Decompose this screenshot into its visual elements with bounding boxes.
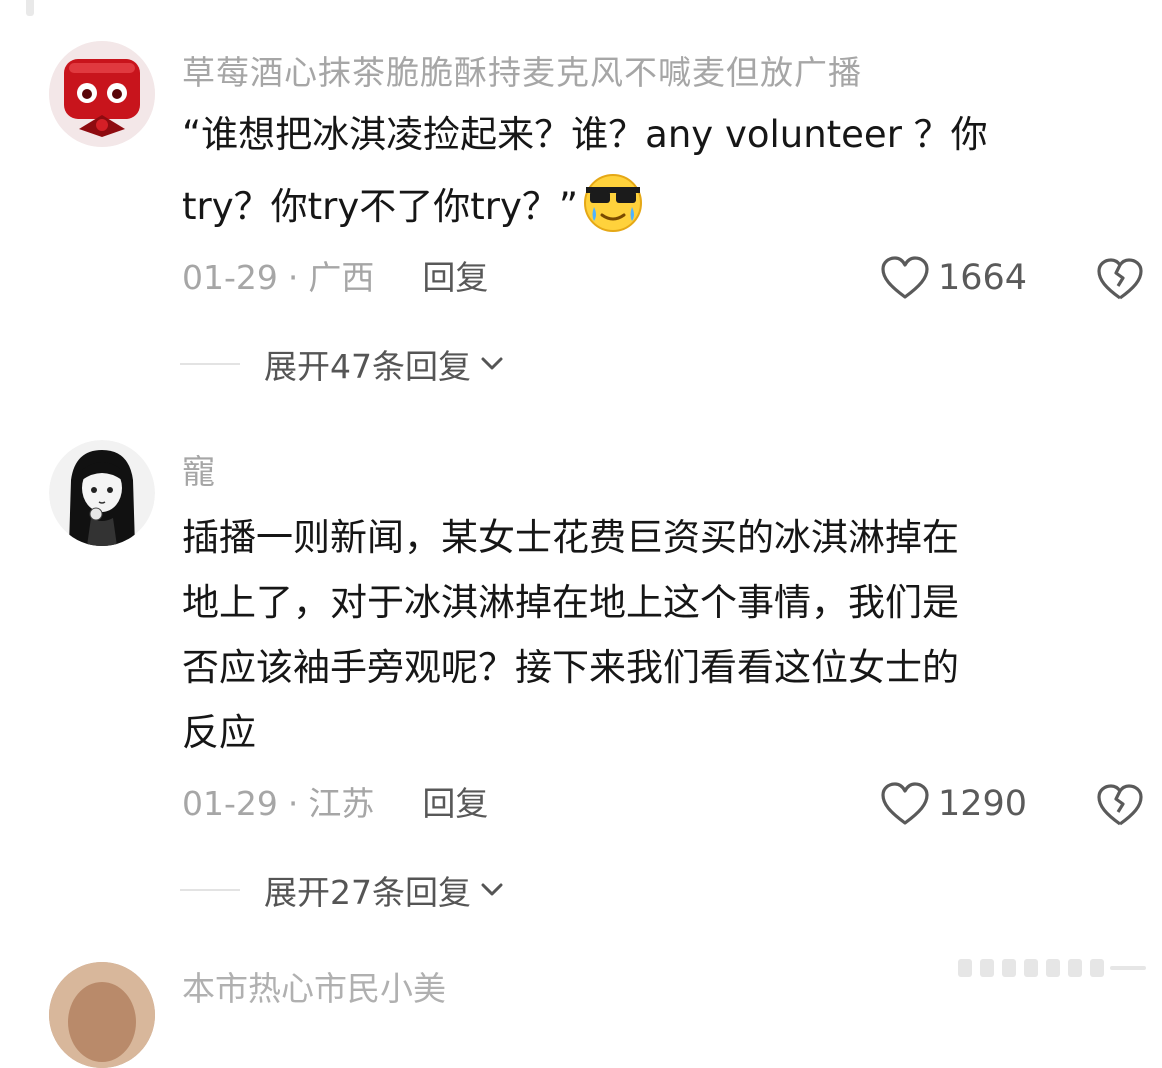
- chevron-down-icon: [481, 883, 503, 896]
- heart-icon: [881, 782, 929, 825]
- avatar[interactable]: [49, 41, 155, 147]
- comment-meta: 01-29 · 广西 回复: [182, 256, 488, 300]
- comment-text: 插播一则新闻，某女士花费巨资买的冰淇淋掉在 地上了，对于冰淇淋掉在地上这个事情，…: [182, 505, 1130, 765]
- expand-replies[interactable]: 展开47条回复: [180, 340, 507, 388]
- avatar[interactable]: [49, 440, 155, 546]
- scroll-indicator: [958, 959, 1146, 977]
- reply-button[interactable]: 回复: [422, 258, 488, 297]
- avatar[interactable]: [49, 962, 155, 1068]
- comment-meta: 01-29 · 江苏 回复: [182, 782, 488, 826]
- username[interactable]: 本市热心市民小美: [182, 962, 446, 1010]
- reply-button[interactable]: 回复: [422, 784, 488, 823]
- comment-text-line: 插播一则新闻，某女士花费巨资买的冰淇淋掉在: [182, 516, 959, 559]
- comment-text-line: try？你try不了你try？”: [182, 185, 579, 228]
- username[interactable]: 草莓酒心抹茶脆脆酥持麦克风不喊麦但放广播: [182, 46, 862, 94]
- comment-location: 江苏: [308, 784, 375, 823]
- like-button[interactable]: 1664: [880, 254, 1027, 302]
- divider: [180, 889, 240, 891]
- comment-text-line: 反应: [182, 711, 256, 754]
- comment-text-line: “谁想把冰淇凌捡起来？谁？any volunteer ？你: [182, 113, 988, 156]
- meta-separator: ·: [287, 784, 299, 823]
- comment-date: 01-29: [182, 784, 278, 823]
- divider: [180, 363, 240, 365]
- heart-icon: [881, 256, 929, 299]
- expand-replies-label[interactable]: 展开47条回复: [264, 340, 471, 388]
- broken-heart-icon: [1097, 784, 1143, 826]
- dislike-button[interactable]: [1097, 256, 1143, 302]
- expand-replies[interactable]: 展开27条回复: [180, 866, 507, 914]
- comment-location: 广西: [308, 258, 375, 297]
- meta-separator: ·: [287, 258, 299, 297]
- comment-text-line: 地上了，对于冰淇淋掉在地上这个事情，我们是: [182, 581, 959, 624]
- dislike-button[interactable]: [1097, 782, 1143, 828]
- like-button[interactable]: 1290: [880, 780, 1027, 828]
- comment-date: 01-29: [182, 258, 278, 297]
- like-count: 1290: [938, 784, 1028, 824]
- comment-text-line: 否应该袖手旁观呢？接下来我们看看这位女士的: [182, 646, 959, 689]
- chevron-down-icon: [481, 357, 503, 370]
- username[interactable]: 寵: [182, 445, 216, 493]
- cool-sunglasses-emoji-icon: [580, 167, 646, 233]
- like-count: 1664: [938, 258, 1028, 298]
- broken-heart-icon: [1097, 258, 1143, 300]
- previous-item-edge: [26, 0, 34, 16]
- comment-text: “谁想把冰淇凌捡起来？谁？any volunteer ？你 try？你try不了…: [182, 102, 1130, 239]
- expand-replies-label[interactable]: 展开27条回复: [264, 866, 471, 914]
